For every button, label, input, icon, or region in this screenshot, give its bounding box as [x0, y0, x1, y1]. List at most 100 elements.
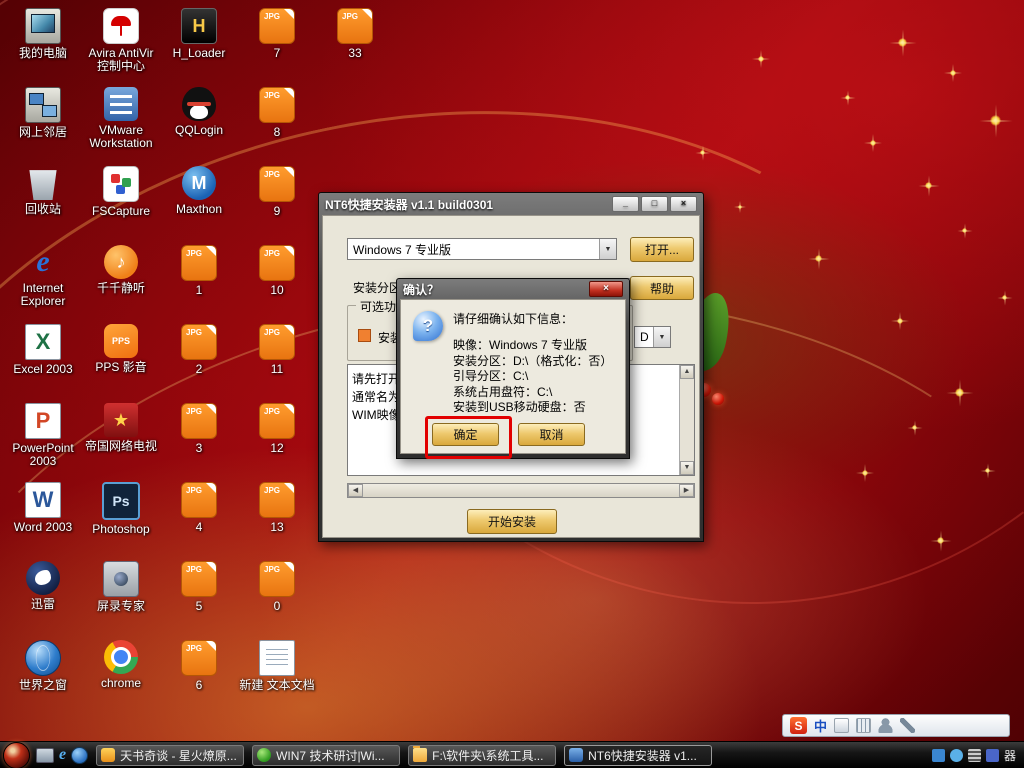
sparkle — [950, 70, 956, 76]
cancel-button[interactable]: 取消 — [518, 423, 585, 446]
scroll-down-icon[interactable]: ▼ — [680, 461, 694, 475]
desktop-icon-image: H — [181, 8, 217, 44]
settings-wrench-icon[interactable] — [900, 718, 915, 733]
desktop-icon[interactable]: JPG 9 — [238, 164, 316, 243]
desktop-icon[interactable]: 回收站 — [4, 164, 82, 243]
desktop-icon-image: PPS — [104, 324, 138, 358]
sparkle — [925, 182, 932, 189]
desktop-icon[interactable]: JPG 0 — [238, 559, 316, 638]
tray-icon[interactable] — [950, 749, 963, 762]
scroll-left-icon[interactable]: ◀ — [348, 484, 363, 497]
desktop-icon[interactable]: 世界之窗 — [4, 638, 82, 717]
scrollbar-track[interactable] — [363, 484, 679, 497]
minimize-button[interactable]: _ — [612, 196, 639, 212]
confirm-detail-line: 安装到USB移动硬盘：否 — [453, 400, 612, 416]
desktop-icon[interactable]: JPG 6 — [160, 638, 238, 717]
desktop-icon-image: JPG — [259, 561, 295, 597]
install-checkbox[interactable] — [358, 329, 371, 342]
desktop-icon[interactable]: VMware Workstation — [82, 85, 160, 164]
show-desktop-icon[interactable] — [36, 748, 54, 763]
desktop-icon[interactable]: JPG 4 — [160, 480, 238, 559]
desktop-icon-image — [259, 640, 295, 676]
desktop-icon[interactable]: JPG 13 — [238, 480, 316, 559]
start-install-button[interactable]: 开始安装 — [467, 509, 557, 534]
desktop-icon[interactable]: JPG 12 — [238, 401, 316, 480]
window-titlebar[interactable]: NT6快捷安装器 v1.1 build0301 _ □ × — [322, 193, 700, 215]
tray-menu-icon[interactable] — [968, 749, 981, 762]
close-button[interactable]: × — [670, 196, 697, 212]
input-mode-indicator[interactable]: 中 — [814, 716, 827, 735]
desktop-icon-label: Maxthon — [161, 203, 237, 216]
taskbar-task[interactable]: F:\软件夹\系统工具... — [408, 745, 556, 766]
desktop-icon[interactable]: W Word 2003 — [4, 480, 82, 559]
ie-quicklaunch-icon[interactable]: e — [59, 746, 66, 764]
desktop-icon[interactable]: JPG 11 — [238, 322, 316, 401]
desktop-icon[interactable]: FSCapture — [82, 164, 160, 243]
maximize-button[interactable]: □ — [641, 196, 668, 212]
desktop-icon[interactable]: ♪ 千千静听 — [82, 243, 160, 322]
desktop-icon-label: 0 — [239, 600, 315, 613]
desktop-icon[interactable]: JPG 1 — [160, 243, 238, 322]
desktop-icon[interactable]: JPG 8 — [238, 85, 316, 164]
desktop-icon[interactable]: P PowerPoint 2003 — [4, 401, 82, 480]
desktop-icon[interactable]: 新建 文本文档 — [238, 638, 316, 717]
desktop-icon[interactable]: JPG 33 — [316, 6, 394, 85]
open-button[interactable]: 打开... — [630, 237, 694, 262]
dropdown-arrow-icon[interactable]: ▼ — [599, 239, 616, 259]
task-icon — [569, 748, 583, 762]
scroll-up-icon[interactable]: ▲ — [680, 365, 694, 379]
desktop-icon[interactable]: 我的电脑 — [4, 6, 82, 85]
image-select[interactable]: Windows 7 专业版 ▼ — [347, 238, 617, 260]
desktop-icon[interactable]: Avira AntiVir 控制中心 — [82, 6, 160, 85]
window-controls: _ □ × — [612, 196, 697, 212]
start-button[interactable] — [3, 742, 30, 768]
desktop-icon[interactable]: 屏录专家 — [82, 559, 160, 638]
desktop-icon[interactable]: H H_Loader — [160, 6, 238, 85]
keyboard-icon[interactable] — [856, 718, 871, 733]
drive-select[interactable]: D ▼ — [634, 326, 671, 348]
desktop-icon[interactable]: M Maxthon — [160, 164, 238, 243]
desktop-icon[interactable]: JPG 7 — [238, 6, 316, 85]
desktop-icon-label: 11 — [239, 363, 315, 376]
help-button[interactable]: 帮助 — [630, 276, 694, 300]
dialog-close-button[interactable]: × — [589, 281, 623, 297]
desktop-icon-image: JPG — [259, 166, 295, 202]
desktop-icon[interactable]: JPG 10 — [238, 243, 316, 322]
desktop-icon[interactable]: JPG 3 — [160, 401, 238, 480]
desktop-icon[interactable]: chrome — [82, 638, 160, 717]
desktop-icon-image: JPG — [181, 561, 217, 597]
desktop-icon[interactable]: X Excel 2003 — [4, 322, 82, 401]
desktop-icon-glyph: JPG — [186, 249, 202, 258]
scroll-right-icon[interactable]: ▶ — [679, 484, 694, 497]
sogou-logo-icon[interactable]: S — [790, 717, 807, 734]
task-icon — [257, 748, 271, 762]
desktop-icon[interactable]: JPG 5 — [160, 559, 238, 638]
vertical-scrollbar[interactable]: ▲ ▼ — [679, 365, 694, 475]
desktop-icon[interactable]: Ps Photoshop — [82, 480, 160, 559]
desktop-icon[interactable]: ★ 帝国网络电视 — [82, 401, 160, 480]
desktop-icon[interactable]: QQLogin — [160, 85, 238, 164]
dropdown-arrow-icon[interactable]: ▼ — [653, 327, 670, 347]
taskbar-task[interactable]: 天书奇谈 - 星火燎原... — [96, 745, 244, 766]
browser-quicklaunch-icon[interactable] — [71, 747, 88, 764]
desktop-icon-label: 6 — [161, 679, 237, 692]
desktop-icon[interactable]: 迅雷 — [4, 559, 82, 638]
sparkle — [898, 38, 907, 47]
taskbar-task[interactable]: NT6快捷安装器 v1... — [564, 745, 712, 766]
user-icon[interactable] — [878, 718, 893, 733]
tray-icon[interactable] — [986, 749, 999, 762]
desktop-icon[interactable]: 网上邻居 — [4, 85, 82, 164]
desktop-icon[interactable]: e Internet Explorer — [4, 243, 82, 322]
horizontal-scrollbar[interactable]: ◀ ▶ — [347, 483, 695, 498]
confirm-message: 请仔细确认如下信息： — [453, 310, 573, 327]
desktop-icon-image: JPG — [259, 87, 295, 123]
desktop-icon-label: FSCapture — [83, 205, 159, 218]
tray-icon[interactable] — [932, 749, 945, 762]
taskbar-task[interactable]: WIN7 技术研讨|Wi... — [252, 745, 400, 766]
punctuation-icon[interactable] — [834, 718, 849, 733]
desktop-icon[interactable]: PPS PPS 影音 — [82, 322, 160, 401]
tray-label: 器 — [1004, 747, 1016, 764]
desktop-icon[interactable]: JPG 2 — [160, 322, 238, 401]
ok-button[interactable]: 确定 — [432, 423, 499, 446]
dialog-titlebar[interactable]: 确认？ × — [400, 279, 626, 299]
